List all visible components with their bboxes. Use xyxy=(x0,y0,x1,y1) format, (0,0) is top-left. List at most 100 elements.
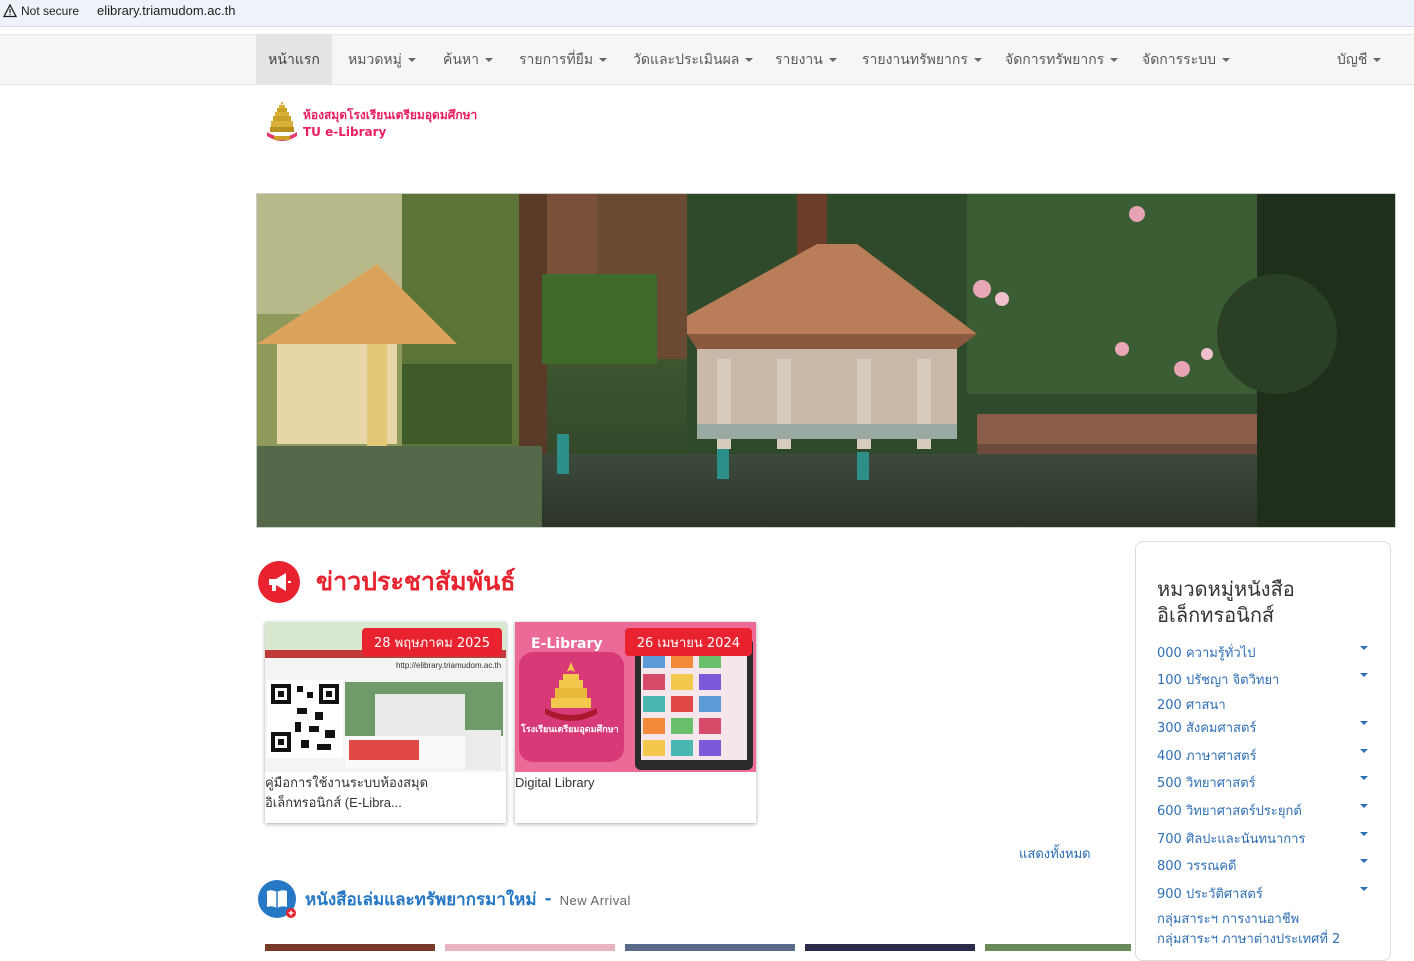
nav-loans[interactable]: รายการที่ยืม xyxy=(519,35,608,84)
category-000[interactable]: 000 ความรู้ทั่วไป xyxy=(1157,642,1372,663)
category-label: 500 วิทยาศาสตร์ xyxy=(1157,776,1256,791)
news-date-badge: 26 เมษายน 2024 xyxy=(624,628,752,656)
category-500[interactable]: 500 วิทยาศาสตร์ xyxy=(1157,772,1372,793)
news-section-header: ข่าวประชาสัมพันธ์ xyxy=(258,560,515,604)
news-card-title-line1: Digital Library xyxy=(515,775,595,790)
manual-url-text: http://elibrary.triamudom.ac.th xyxy=(396,661,502,670)
caret-down-icon[interactable] xyxy=(1360,832,1368,836)
warning-icon xyxy=(3,4,17,18)
news-card-title: Digital Library xyxy=(515,773,750,793)
news-card-title: คู่มือการใช้งานระบบห้องสมุด อิเล็กทรอนิก… xyxy=(265,773,500,813)
nav-reports-label: รายงาน xyxy=(775,51,823,68)
caret-down-icon xyxy=(485,57,494,62)
not-secure-label: Not secure xyxy=(21,4,80,18)
megaphone-icon xyxy=(258,561,300,603)
category-300[interactable]: 300 สังคมศาสตร์ xyxy=(1157,717,1372,738)
banner-scene xyxy=(257,194,1395,527)
nav-categories-label: หมวดหมู่ xyxy=(348,51,402,68)
logo-title: ห้องสมุดโรงเรียนเตรียมอุดมศึกษา xyxy=(303,108,478,122)
nav-manage-resources-label: จัดการทรัพยากร xyxy=(1005,51,1105,68)
nav-search-label: ค้นหา xyxy=(443,51,480,68)
caret-down-icon xyxy=(1373,57,1382,62)
new-book-thumbnail[interactable] xyxy=(805,944,975,951)
ebook-categories-panel: หมวดหมู่หนังสืออิเล็กทรอนิกส์ 000 ความรู… xyxy=(1135,541,1391,961)
caret-down-icon[interactable] xyxy=(1360,859,1368,863)
site-logo[interactable]: ห้องสมุดโรงเรียนเตรียมอุดมศึกษา TU e-Lib… xyxy=(264,100,524,146)
nav-home[interactable]: หน้าแรก xyxy=(256,35,332,84)
category-label: 600 วิทยาศาสตร์ประยุกต์ xyxy=(1157,804,1302,819)
category-foreign-language-group[interactable]: กลุ่มสาระฯ ภาษาต่างประเทศที่ 2 xyxy=(1157,928,1372,949)
category-label: 800 วรรณคดี xyxy=(1157,859,1237,874)
category-400[interactable]: 400 ภาษาศาสตร์ xyxy=(1157,745,1372,766)
caret-down-icon xyxy=(828,57,837,62)
hero-banner-image xyxy=(256,193,1396,528)
new-book-thumbnail[interactable] xyxy=(265,944,435,951)
main-navbar: หน้าแรก หมวดหมู่ ค้นหา รายการที่ยืม วัดแ… xyxy=(0,34,1414,85)
category-label: 000 ความรู้ทั่วไป xyxy=(1157,646,1256,661)
news-date-badge: 28 พฤษภาคม 2025 xyxy=(361,628,502,656)
new-arrival-separator: - xyxy=(544,889,552,909)
new-book-thumbnail[interactable] xyxy=(985,944,1131,951)
caret-down-icon xyxy=(1110,57,1119,62)
category-label: 900 ประวัติศาสตร์ xyxy=(1157,887,1263,902)
nav-reports[interactable]: รายงาน xyxy=(775,35,837,84)
nav-account-label: บัญชี xyxy=(1337,51,1368,68)
nav-account[interactable]: บัญชี xyxy=(1337,35,1382,84)
caret-down-icon[interactable] xyxy=(1360,804,1368,808)
book-icon xyxy=(258,880,296,918)
news-section-title: ข่าวประชาสัมพันธ์ xyxy=(316,567,516,596)
category-label: 100 ปรัชญา จิตวิทยา xyxy=(1157,673,1280,688)
caret-down-icon[interactable] xyxy=(1360,646,1368,650)
news-card-thumbnail: http://elibrary.triamudom.ac.th 28 พฤษภา… xyxy=(265,622,506,772)
browser-address-bar: Not secure elibrary.triamudom.ac.th xyxy=(0,0,1414,27)
caret-down-icon xyxy=(745,57,754,62)
caret-down-icon xyxy=(1221,57,1230,62)
nav-resource-reports[interactable]: รายงานทรัพยากร xyxy=(862,35,982,84)
nav-manage-system[interactable]: จัดการระบบ xyxy=(1142,35,1230,84)
category-600[interactable]: 600 วิทยาศาสตร์ประยุกต์ xyxy=(1157,800,1372,821)
nav-assessment-label: วัดและประเมินผล xyxy=(633,51,740,68)
category-800[interactable]: 800 วรรณคดี xyxy=(1157,855,1372,876)
e-library-image-label: E-Library xyxy=(531,636,603,652)
category-label: 300 สังคมศาสตร์ xyxy=(1157,721,1257,736)
not-secure-indicator[interactable]: Not secure xyxy=(3,2,79,20)
new-arrival-title: หนังสือเล่มและทรัพยากรมาใหม่ xyxy=(305,889,537,910)
new-book-thumbnail[interactable] xyxy=(445,944,615,951)
nav-manage-system-label: จัดการระบบ xyxy=(1142,51,1216,68)
category-100[interactable]: 100 ปรัชญา จิตวิทยา xyxy=(1157,669,1372,690)
category-200[interactable]: 200 ศาสนา xyxy=(1157,694,1372,715)
new-arrival-section-header: หนังสือเล่มและทรัพยากรมาใหม่ - New Arriv… xyxy=(258,880,631,918)
category-label: กลุ่มสาระฯ การงานอาชีพ xyxy=(1157,912,1300,927)
caret-down-icon xyxy=(407,57,416,62)
news-card[interactable]: http://elibrary.triamudom.ac.th 28 พฤษภา… xyxy=(265,622,506,823)
new-arrival-subtitle: New Arrival xyxy=(559,893,631,908)
category-label: กลุ่มสาระฯ ภาษาต่างประเทศที่ 2 xyxy=(1157,932,1341,947)
caret-down-icon[interactable] xyxy=(1360,776,1368,780)
nav-resource-reports-label: รายงานทรัพยากร xyxy=(862,51,968,68)
category-label: 400 ภาษาศาสตร์ xyxy=(1157,749,1257,764)
logo-subtitle: TU e-Library xyxy=(303,125,387,139)
nav-home-label: หน้าแรก xyxy=(268,51,320,68)
category-label: 700 ศิลปะและนันทนาการ xyxy=(1157,832,1306,847)
nav-assessment[interactable]: วัดและประเมินผล xyxy=(633,35,754,84)
nav-search[interactable]: ค้นหา xyxy=(443,35,494,84)
caret-down-icon[interactable] xyxy=(1360,749,1368,753)
news-card-title-line2: อิเล็กทรอนิกส์ (E-Libra... xyxy=(265,795,402,810)
nav-manage-resources[interactable]: จัดการทรัพยากร xyxy=(1005,35,1119,84)
category-label: 200 ศาสนา xyxy=(1157,698,1226,713)
caret-down-icon[interactable] xyxy=(1360,721,1368,725)
caret-down-icon[interactable] xyxy=(1360,673,1368,677)
nav-categories[interactable]: หมวดหมู่ xyxy=(348,35,416,84)
news-card[interactable]: E-Library โรงเรียนเตรียมอุดมศึกษา 26 เมษ… xyxy=(515,622,756,823)
news-card-title-line1: คู่มือการใช้งานระบบห้องสมุด xyxy=(265,775,429,790)
caret-down-icon[interactable] xyxy=(1360,887,1368,891)
caret-down-icon xyxy=(973,57,982,62)
show-all-news-link[interactable]: แสดงทั้งหมด xyxy=(1019,843,1091,864)
category-900[interactable]: 900 ประวัติศาสตร์ xyxy=(1157,883,1372,904)
url-field[interactable]: elibrary.triamudom.ac.th xyxy=(97,3,235,18)
category-career-group[interactable]: กลุ่มสาระฯ การงานอาชีพ xyxy=(1157,908,1372,929)
nav-loans-label: รายการที่ยืม xyxy=(519,51,594,68)
category-700[interactable]: 700 ศิลปะและนันทนาการ xyxy=(1157,828,1372,849)
school-name-image-label: โรงเรียนเตรียมอุดมศึกษา xyxy=(521,725,619,735)
new-book-thumbnail[interactable] xyxy=(625,944,795,951)
